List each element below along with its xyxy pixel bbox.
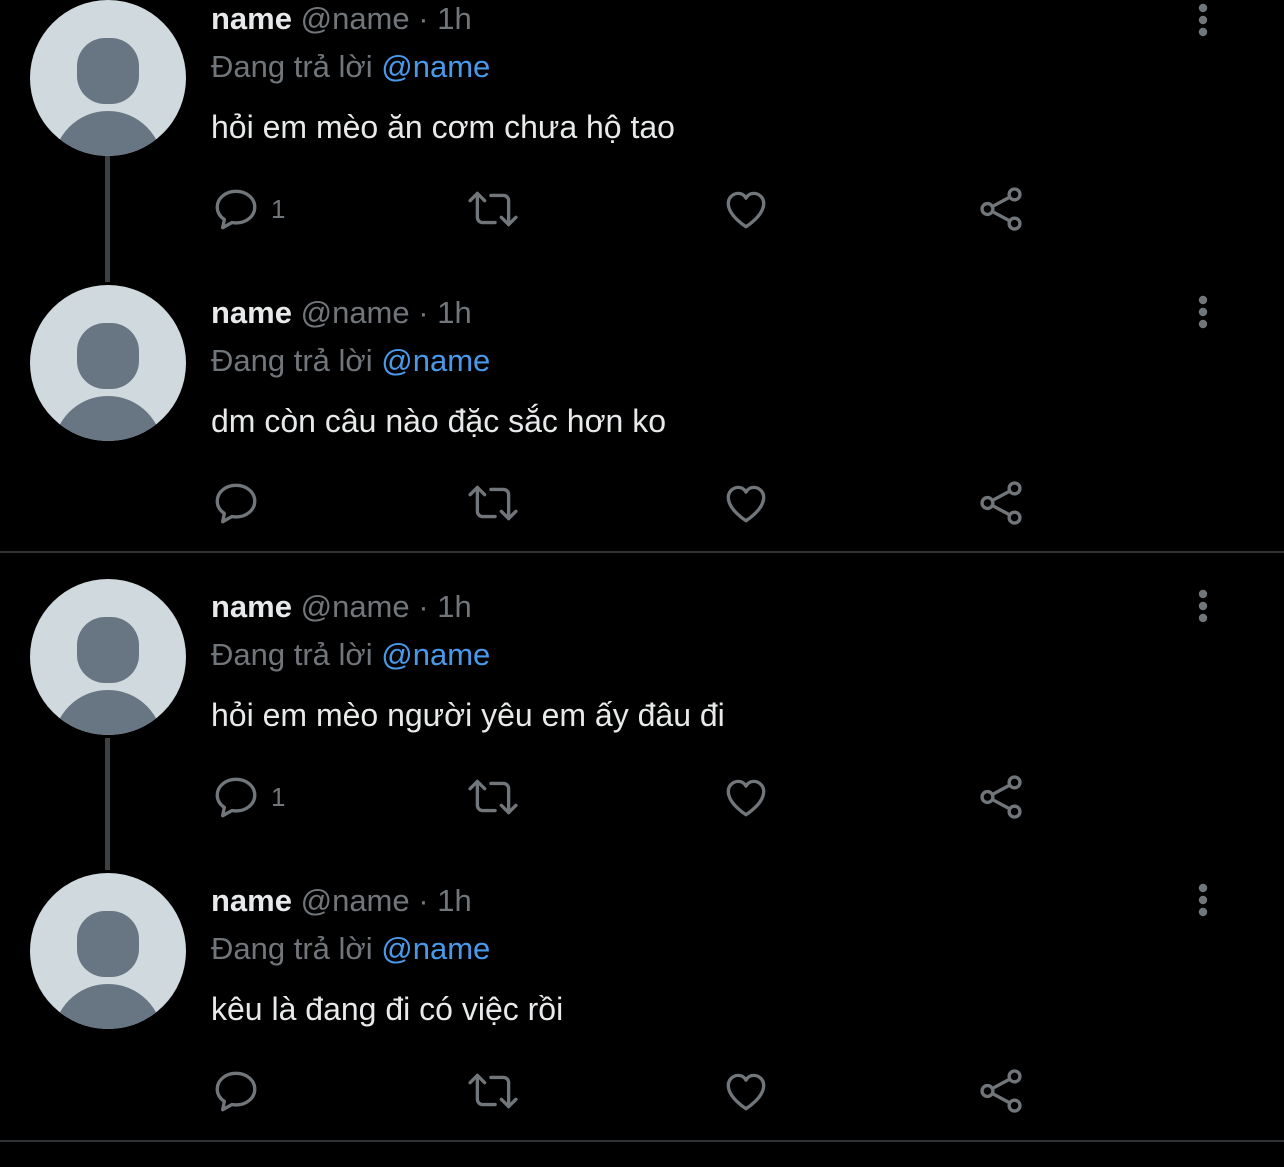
speech-bubble-icon [215,189,257,230]
vertical-ellipsis-icon [1198,589,1208,623]
timestamp[interactable]: 1h [437,883,471,918]
reply-button[interactable] [211,1066,271,1116]
user-handle[interactable]: @name [301,883,410,918]
heart-icon [726,485,766,523]
avatar[interactable] [30,579,186,735]
avatar-body-silhouette [53,690,163,735]
tweet-header: name @name · 1h [211,883,472,919]
tweet-header: name @name · 1h [211,295,472,331]
replying-to: Đang trả lời @name [211,49,490,85]
reply-count: 1 [271,193,286,224]
vertical-ellipsis-icon [1198,295,1208,329]
tweet-actions: 1 [211,772,1041,822]
share-nodes-icon [980,481,1022,525]
reply-button[interactable]: 1 [211,184,285,234]
more-options-button[interactable] [1188,588,1218,624]
heart-icon [726,191,766,229]
reply-button[interactable]: 1 [211,772,285,822]
share-button[interactable] [976,184,1026,234]
retweet-arrows-icon [468,779,518,815]
tweet-header: name @name · 1h [211,589,472,625]
avatar-body-silhouette [53,984,163,1029]
vertical-ellipsis-icon [1198,883,1208,917]
tweet[interactable]: name @name · 1h Đang trả lời @name hỏi e… [0,0,1284,285]
share-nodes-icon [980,187,1022,231]
more-options-button[interactable] [1188,294,1218,330]
avatar-head-silhouette [77,911,139,977]
display-name[interactable]: name [211,589,292,624]
share-button[interactable] [976,478,1026,528]
share-nodes-icon [980,1069,1022,1113]
replying-to: Đang trả lời @name [211,343,490,379]
retweet-arrows-icon [468,485,518,521]
replying-to: Đang trả lời @name [211,931,490,967]
header-separator: · [418,295,429,330]
retweet-button[interactable] [465,772,521,822]
user-handle[interactable]: @name [301,589,410,624]
display-name[interactable]: name [211,295,292,330]
share-button[interactable] [976,772,1026,822]
timestamp[interactable]: 1h [437,1,471,36]
share-nodes-icon [980,775,1022,819]
tweet-text: hỏi em mèo người yêu em ấy đâu đi [211,697,725,733]
more-options-button[interactable] [1188,2,1218,38]
like-button[interactable] [721,772,771,822]
mention-link[interactable]: @name [381,931,490,966]
reply-count: 1 [271,781,286,812]
avatar[interactable] [30,0,186,156]
tweet[interactable]: name @name · 1h Đang trả lời @name dm cò… [0,285,1284,579]
tweet-text: dm còn câu nào đặc sắc hơn ko [211,403,667,439]
mention-link[interactable]: @name [381,637,490,672]
replying-label: Đang trả lời [211,931,373,966]
heart-icon [726,1073,766,1111]
avatar-head-silhouette [77,38,139,104]
speech-bubble-icon [215,483,257,524]
share-button[interactable] [976,1066,1026,1116]
replying-label: Đang trả lời [211,49,373,84]
display-name[interactable]: name [211,1,292,36]
header-separator: · [418,1,429,36]
avatar[interactable] [30,873,186,1029]
avatar-body-silhouette [53,396,163,441]
like-button[interactable] [721,478,771,528]
replying-label: Đang trả lời [211,343,373,378]
retweet-button[interactable] [465,184,521,234]
retweet-button[interactable] [465,1066,521,1116]
timestamp[interactable]: 1h [437,295,471,330]
tweet-actions: 1 [211,184,1041,234]
speech-bubble-icon [215,777,257,818]
replying-label: Đang trả lời [211,637,373,672]
tweet[interactable]: name @name · 1h Đang trả lời @name kêu l… [0,873,1284,1167]
tweet-actions [211,478,1041,528]
tweet-text: kêu là đang đi có việc rồi [211,991,564,1027]
heart-icon [726,779,766,817]
replying-to: Đang trả lời @name [211,637,490,673]
user-handle[interactable]: @name [301,1,410,36]
user-handle[interactable]: @name [301,295,410,330]
tweet-text: hỏi em mèo ăn cơm chưa hộ tao [211,109,675,145]
display-name[interactable]: name [211,883,292,918]
like-button[interactable] [721,184,771,234]
mention-link[interactable]: @name [381,49,490,84]
reply-button[interactable] [211,478,271,528]
avatar-head-silhouette [77,617,139,683]
vertical-ellipsis-icon [1198,3,1208,37]
retweet-arrows-icon [468,1073,518,1109]
avatar[interactable] [30,285,186,441]
avatar-head-silhouette [77,323,139,389]
header-separator: · [418,883,429,918]
mention-link[interactable]: @name [381,343,490,378]
retweet-arrows-icon [468,191,518,227]
tweet[interactable]: name @name · 1h Đang trả lời @name hỏi e… [0,579,1284,873]
speech-bubble-icon [215,1071,257,1112]
tweet-header: name @name · 1h [211,1,472,37]
tweet-actions [211,1066,1041,1116]
avatar-body-silhouette [53,111,163,156]
retweet-button[interactable] [465,478,521,528]
more-options-button[interactable] [1188,882,1218,918]
timestamp[interactable]: 1h [437,589,471,624]
header-separator: · [418,589,429,624]
like-button[interactable] [721,1066,771,1116]
